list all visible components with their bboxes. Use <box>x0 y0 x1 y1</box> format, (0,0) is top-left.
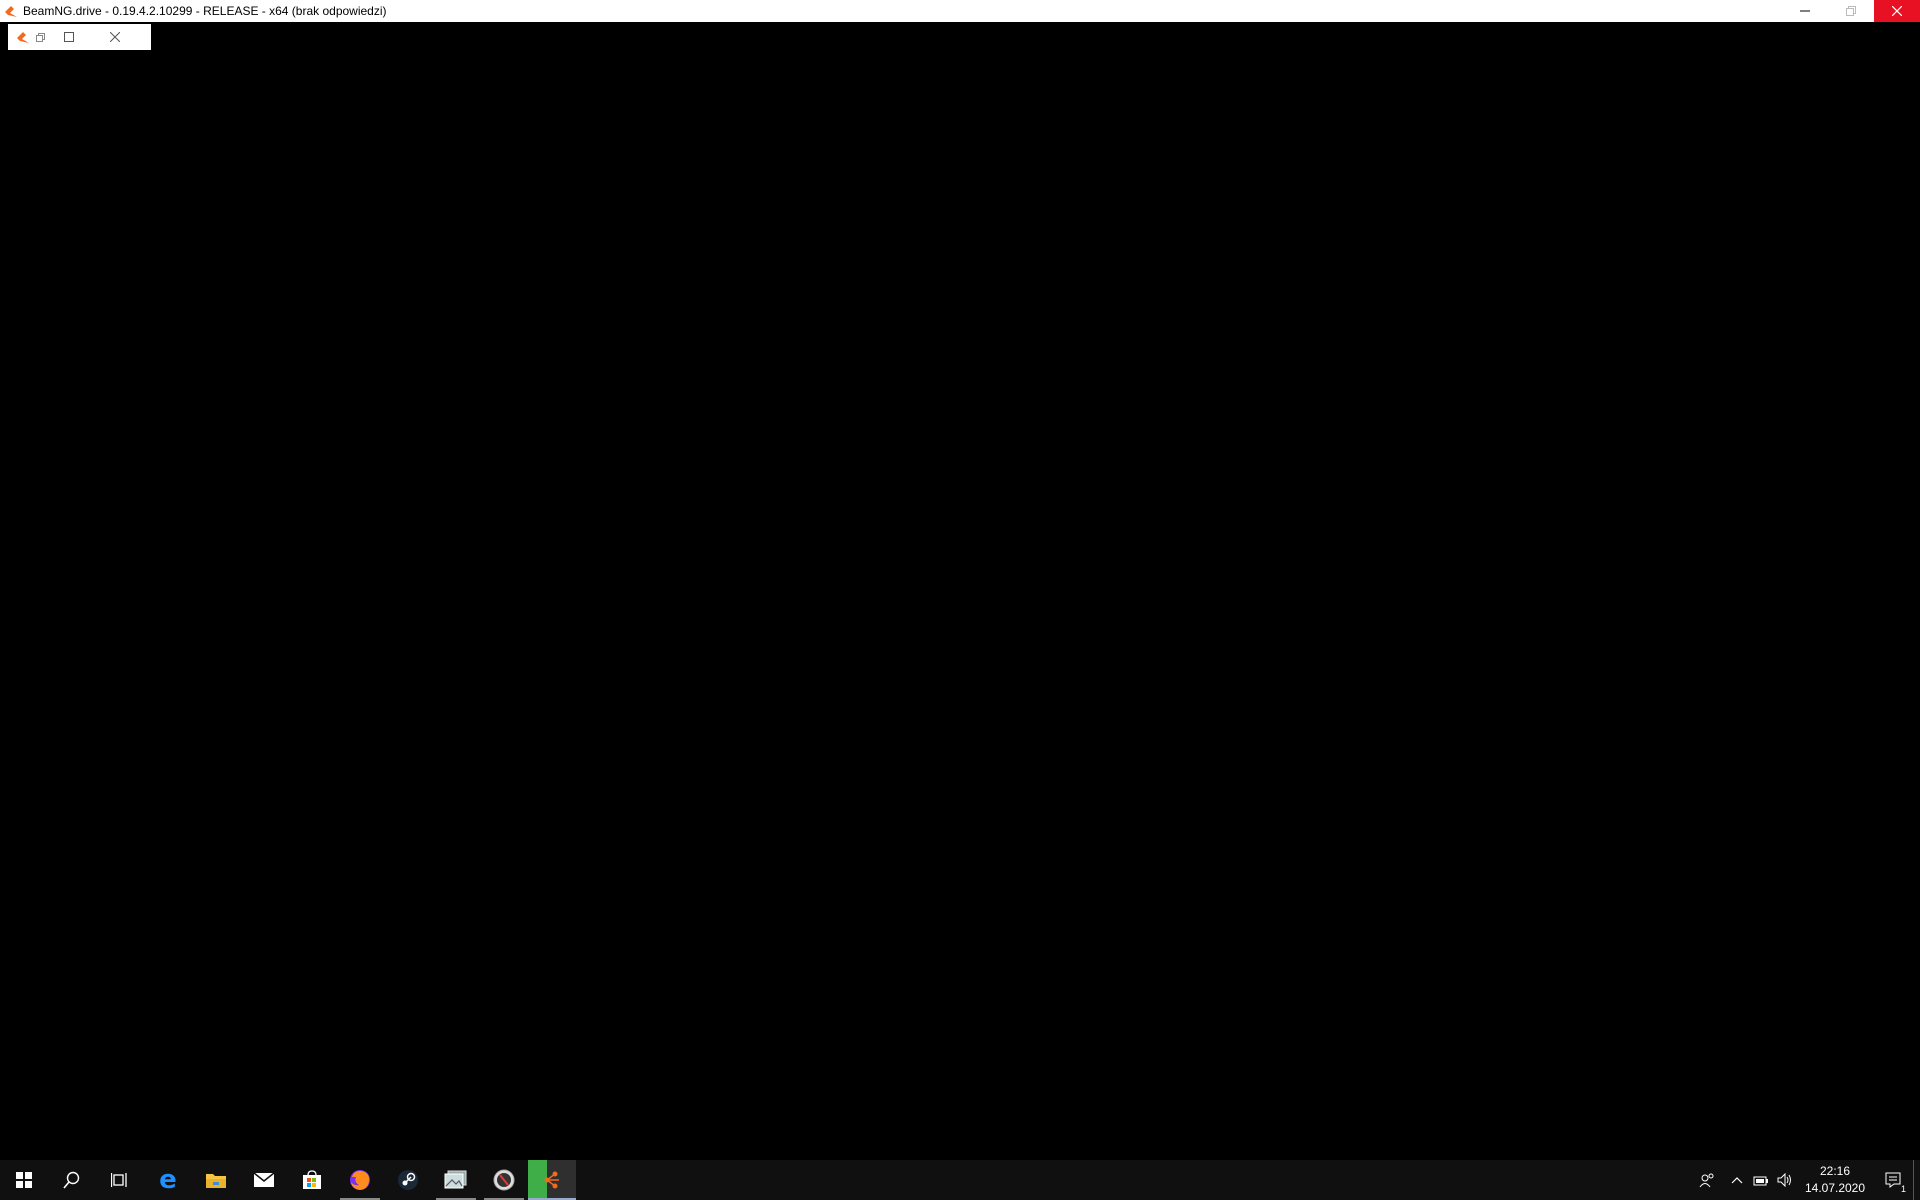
game-viewport[interactable] <box>0 22 1920 1160</box>
taskbar-beamng[interactable] <box>528 1160 576 1200</box>
task-view-button[interactable] <box>96 1160 144 1200</box>
taskbar: e 22:16 14.07.2020 1 <box>0 1160 1920 1200</box>
restore-icon[interactable] <box>34 24 46 50</box>
maximize-button[interactable] <box>46 24 92 50</box>
restore-button[interactable] <box>1828 0 1874 22</box>
steam-icon <box>398 1170 418 1190</box>
mail-icon <box>253 1172 275 1187</box>
store-icon <box>303 1170 321 1189</box>
edge-icon: e <box>159 1165 177 1195</box>
volume-icon <box>1777 1173 1791 1187</box>
battery-icon <box>1753 1176 1768 1186</box>
taskbar-edge[interactable]: e <box>144 1160 192 1200</box>
volume-button[interactable] <box>1773 1160 1797 1200</box>
system-tray: 22:16 14.07.2020 1 <box>1689 1160 1920 1200</box>
window-title: BeamNG.drive - 0.19.4.2.10299 - RELEASE … <box>23 4 387 18</box>
folder-icon <box>206 1174 226 1188</box>
taskbar-firefox[interactable] <box>336 1160 384 1200</box>
window-controls <box>1782 0 1920 22</box>
beamng-icon <box>2 2 20 20</box>
taskbar-store[interactable] <box>288 1160 336 1200</box>
search-icon <box>63 1171 80 1189</box>
windows-logo-icon <box>16 1172 32 1188</box>
close-button[interactable] <box>1874 0 1920 22</box>
taskbar-steam[interactable] <box>384 1160 432 1200</box>
battery-button[interactable] <box>1749 1160 1773 1200</box>
taskbar-file-explorer[interactable] <box>192 1160 240 1200</box>
tray-expand-button[interactable] <box>1725 1160 1749 1200</box>
search-button[interactable] <box>48 1160 96 1200</box>
taskbar-clock[interactable]: 22:16 14.07.2020 <box>1797 1163 1873 1197</box>
beamng-icon <box>12 24 34 50</box>
firefox-icon <box>350 1170 370 1190</box>
window-title-bar[interactable]: BeamNG.drive - 0.19.4.2.10299 - RELEASE … <box>0 0 1920 22</box>
taskbar-photos[interactable] <box>432 1160 480 1200</box>
show-desktop-button[interactable] <box>1913 1160 1920 1200</box>
people-button[interactable] <box>1689 1160 1725 1200</box>
task-view-icon <box>111 1173 127 1187</box>
clock-date: 14.07.2020 <box>1804 1181 1866 1195</box>
action-center-button[interactable]: 1 <box>1873 1160 1913 1200</box>
notification-icon <box>1885 1172 1901 1188</box>
beamng-icon <box>544 1171 559 1189</box>
minimize-button[interactable] <box>1782 0 1828 22</box>
mini-window-bar[interactable] <box>8 24 151 50</box>
taskbar-app-circle[interactable] <box>480 1160 528 1200</box>
photos-icon <box>444 1170 467 1189</box>
chevron-up-icon <box>1731 1177 1743 1184</box>
start-button[interactable] <box>0 1160 48 1200</box>
notification-count: 1 <box>1900 1184 1906 1194</box>
mini-close-button[interactable] <box>92 24 138 50</box>
minimize-icon <box>1800 10 1810 12</box>
close-icon <box>1892 6 1902 16</box>
compass-icon <box>493 1169 515 1191</box>
restore-icon <box>1846 6 1856 16</box>
taskbar-mail[interactable] <box>240 1160 288 1200</box>
people-icon <box>1699 1173 1714 1188</box>
close-icon <box>110 32 120 42</box>
clock-time: 22:16 <box>1819 1164 1851 1178</box>
maximize-icon <box>64 32 74 42</box>
